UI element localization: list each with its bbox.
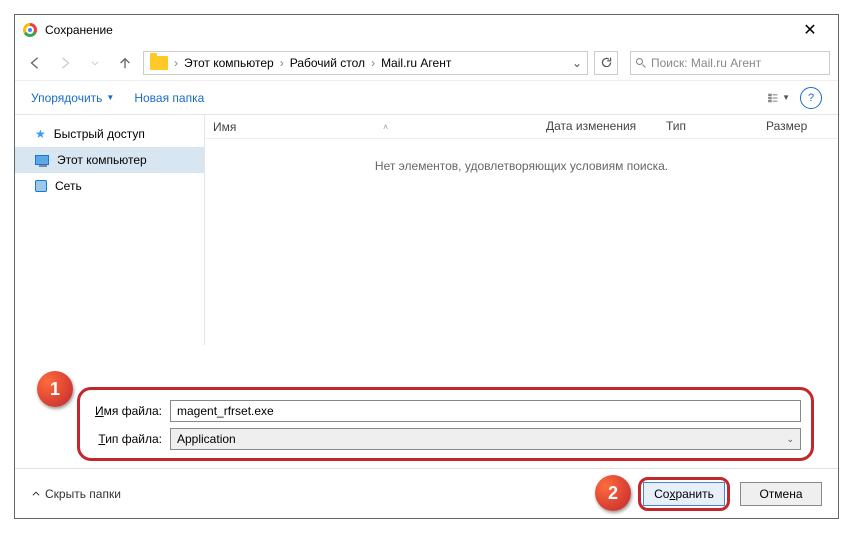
breadcrumb-item[interactable]: Рабочий стол	[286, 56, 369, 70]
close-icon[interactable]: ✕	[790, 20, 830, 40]
filetype-row: Тип файла: Application ⌄	[90, 428, 801, 450]
filetype-label: Тип файла:	[90, 432, 170, 446]
sidebar-item-quickaccess[interactable]: ★ Быстрый доступ	[15, 121, 204, 147]
filename-label: Имя файла:	[90, 404, 170, 418]
chevron-up-icon	[31, 489, 41, 499]
search-icon	[635, 57, 647, 69]
titlebar: Сохранение ✕	[15, 15, 838, 45]
filename-row: Имя файла:	[90, 400, 801, 422]
file-list: Имя˄ Дата изменения Тип Размер Нет элеме…	[205, 115, 838, 345]
filename-fields-highlight: Имя файла: Тип файла: Application ⌄	[77, 387, 814, 461]
save-dialog: Сохранение ✕ › Этот компьютер › Рабочий …	[14, 14, 839, 519]
sidebar-item-label: Быстрый доступ	[54, 127, 145, 141]
network-icon	[35, 180, 47, 192]
dialog-title: Сохранение	[45, 23, 790, 37]
search-input[interactable]: Поиск: Mail.ru Агент	[630, 51, 830, 75]
column-size[interactable]: Размер	[758, 115, 838, 138]
chevron-right-icon: ›	[280, 56, 284, 70]
breadcrumb-dropdown[interactable]: ⌄	[569, 56, 585, 70]
breadcrumb[interactable]: › Этот компьютер › Рабочий стол › Mail.r…	[143, 51, 588, 75]
chevron-right-icon: ›	[174, 56, 178, 70]
up-button[interactable]	[113, 51, 137, 75]
toolbar: Упорядочить ▼ Новая папка ▼ ?	[15, 81, 838, 115]
breadcrumb-item[interactable]: Mail.ru Агент	[377, 56, 455, 70]
cancel-button[interactable]: Отмена	[740, 482, 822, 506]
new-folder-button[interactable]: Новая папка	[134, 91, 204, 105]
hide-folders-button[interactable]: Скрыть папки	[31, 487, 121, 501]
filename-input[interactable]	[170, 400, 801, 422]
chrome-icon	[23, 23, 37, 37]
sidebar-item-thispc[interactable]: Этот компьютер	[15, 147, 204, 173]
sidebar-item-label: Сеть	[55, 179, 82, 193]
footer: Скрыть папки Сохранить Отмена	[15, 468, 838, 518]
save-button[interactable]: Сохранить	[643, 482, 725, 506]
sidebar-item-network[interactable]: Сеть	[15, 173, 204, 199]
forward-button[interactable]	[53, 51, 77, 75]
help-button[interactable]: ?	[800, 87, 822, 109]
empty-message: Нет элементов, удовлетворяющих условиям …	[205, 139, 838, 193]
view-options-button[interactable]: ▼	[768, 87, 790, 109]
folder-icon	[150, 56, 168, 70]
filetype-select[interactable]: Application ⌄	[170, 428, 801, 450]
recent-dropdown[interactable]	[83, 51, 107, 75]
breadcrumb-item[interactable]: Этот компьютер	[180, 56, 278, 70]
sidebar-item-label: Этот компьютер	[57, 153, 147, 167]
chevron-down-icon: ⌄	[786, 434, 794, 445]
body: ★ Быстрый доступ Этот компьютер Сеть Имя…	[15, 115, 838, 345]
search-placeholder: Поиск: Mail.ru Агент	[651, 56, 761, 70]
column-headers: Имя˄ Дата изменения Тип Размер	[205, 115, 838, 139]
sidebar: ★ Быстрый доступ Этот компьютер Сеть	[15, 115, 205, 345]
navbar: › Этот компьютер › Рабочий стол › Mail.r…	[15, 45, 838, 81]
organize-button[interactable]: Упорядочить ▼	[31, 91, 114, 105]
sort-indicator-icon: ˄	[383, 122, 388, 132]
column-type[interactable]: Тип	[658, 115, 758, 138]
annotation-callout-1: 1	[37, 371, 73, 407]
chevron-right-icon: ›	[371, 56, 375, 70]
back-button[interactable]	[23, 51, 47, 75]
column-date[interactable]: Дата изменения	[538, 115, 658, 138]
pc-icon	[35, 155, 49, 165]
refresh-button[interactable]	[594, 51, 618, 75]
column-name[interactable]: Имя˄	[205, 115, 538, 138]
save-button-highlight: Сохранить	[638, 477, 730, 511]
star-icon: ★	[35, 127, 46, 141]
